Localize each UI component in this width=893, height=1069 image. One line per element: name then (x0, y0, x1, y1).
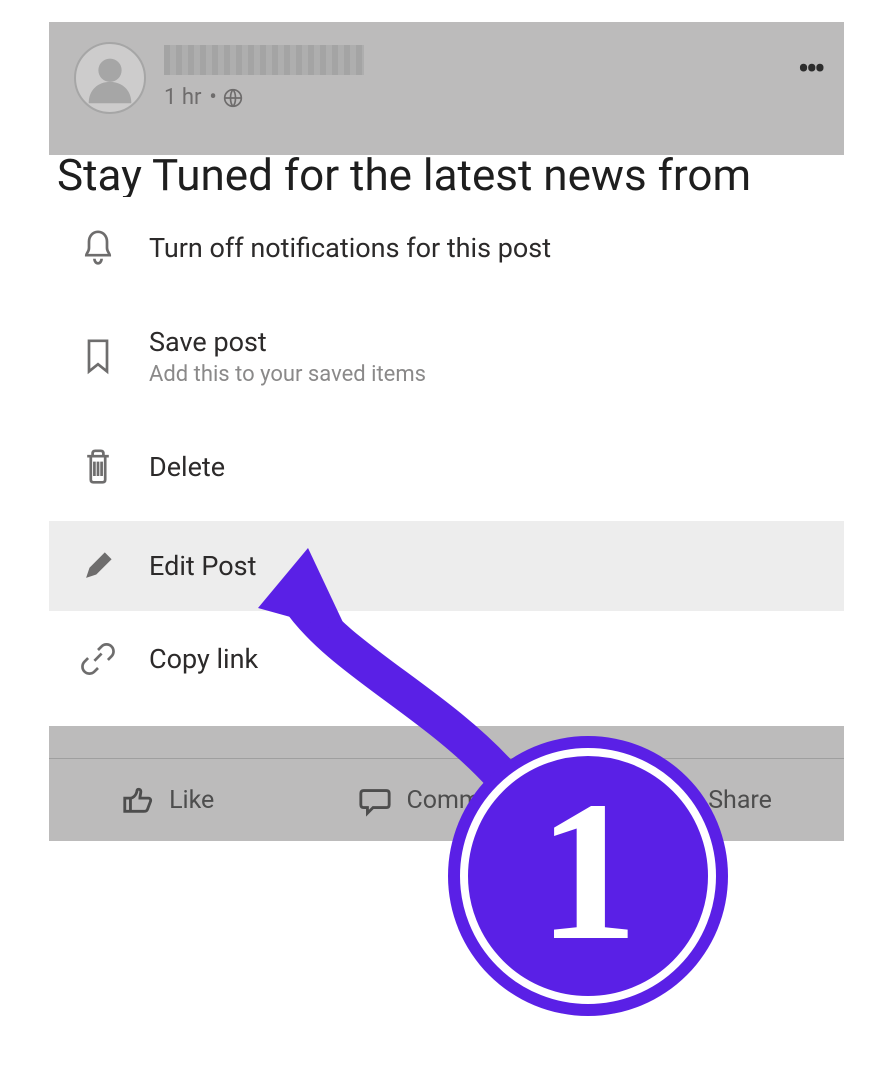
save-post-item[interactable]: Save post Add this to your saved items (49, 304, 844, 421)
post-content-preview: Stay Tuned for the latest news from (49, 155, 844, 197)
trash-icon (77, 447, 119, 487)
step-badge: 1 (448, 736, 728, 1016)
meta-separator: • (209, 85, 216, 110)
post-meta: 1 hr • (164, 85, 364, 110)
bell-icon (77, 228, 119, 268)
menu-label: Edit Post (149, 550, 256, 582)
menu-subtitle: Add this to your saved items (149, 362, 426, 387)
post-footer: Like Comment Share (49, 726, 844, 841)
link-icon (77, 639, 119, 679)
avatar-icon (79, 47, 141, 109)
menu-label: Turn off notifications for this post (149, 232, 551, 264)
step-number: 1 (538, 772, 638, 972)
avatar[interactable] (74, 42, 146, 114)
comment-icon (358, 783, 392, 817)
share-label: Share (708, 786, 772, 815)
globe-icon (223, 88, 243, 108)
author-name-redacted (164, 45, 364, 75)
like-icon (121, 783, 155, 817)
more-options-button[interactable]: ••• (798, 48, 822, 90)
menu-label: Save post (149, 326, 426, 358)
menu-label: Delete (149, 451, 225, 483)
pencil-icon (77, 549, 119, 583)
delete-item[interactable]: Delete (49, 421, 844, 521)
like-label: Like (169, 786, 214, 815)
copy-link-item[interactable]: Copy link (49, 611, 844, 709)
menu-label: Copy link (149, 643, 258, 675)
post-options-sheet: Turn off notifications for this post Sav… (49, 198, 844, 709)
turn-off-notifications-item[interactable]: Turn off notifications for this post (49, 198, 844, 304)
edit-post-item[interactable]: Edit Post (49, 521, 844, 611)
post-timestamp: 1 hr (164, 85, 201, 110)
like-button[interactable]: Like (121, 783, 214, 817)
bookmark-icon (77, 337, 119, 377)
